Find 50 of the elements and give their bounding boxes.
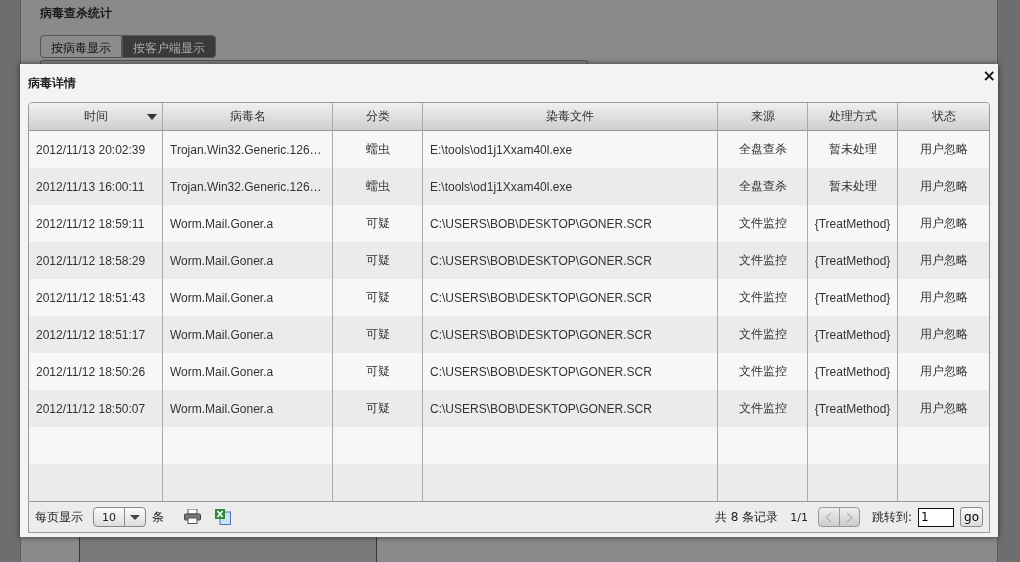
table-cell: {TreatMethod} xyxy=(808,316,898,353)
column-header[interactable]: 分类 xyxy=(333,103,423,130)
printer-icon[interactable] xyxy=(184,509,201,524)
unit-label: 条 xyxy=(152,508,164,526)
page-indicator: 1/1 xyxy=(790,510,808,524)
table-cell: 暂未处理 xyxy=(808,168,898,205)
table-cell: Worm.Mail.Goner.a xyxy=(163,316,333,353)
table-cell: 2012/11/12 18:58:29 xyxy=(29,242,163,279)
table-cell-text: 用户忽略 xyxy=(919,252,969,269)
table-cell-text: 用户忽略 xyxy=(919,141,969,158)
dialog-title: 病毒详情 xyxy=(28,74,76,92)
page-title: 病毒查杀统计 xyxy=(40,5,112,22)
column-header[interactable]: 染毒文件 xyxy=(423,103,718,130)
table-cell: Worm.Mail.Goner.a xyxy=(163,242,333,279)
table-cell-text: 用户忽略 xyxy=(919,215,969,232)
view-tab[interactable]: 按病毒显示 xyxy=(40,35,122,58)
table-cell-text: 用户忽略 xyxy=(919,326,969,343)
page-size-label: 每页显示 xyxy=(35,508,83,526)
table-cell: 全盘查杀 xyxy=(718,168,808,205)
table-cell: 文件监控 xyxy=(718,242,808,279)
close-button[interactable]: × xyxy=(982,68,996,84)
column-header[interactable]: 病毒名 xyxy=(163,103,333,130)
table-cell: C:\USERS\BOB\DESKTOP\GONER.SCR xyxy=(423,316,718,353)
column-header[interactable]: 时间 xyxy=(29,103,163,130)
table-cell: 蠕虫 xyxy=(333,168,423,205)
table-cell: C:\USERS\BOB\DESKTOP\GONER.SCR xyxy=(423,242,718,279)
table-cell: E:\tools\od1j1Xxam40l.exe xyxy=(423,168,718,205)
table-cell: 文件监控 xyxy=(718,316,808,353)
chevron-right-icon xyxy=(846,511,853,523)
table-cell-text: 用户忽略 xyxy=(919,178,969,195)
column-header[interactable]: 状态 xyxy=(898,103,989,130)
page-size-select[interactable]: 10 xyxy=(93,507,146,527)
go-button[interactable]: go xyxy=(960,507,983,527)
record-count: 共 8 条记录 xyxy=(715,508,779,526)
table-cell-text: 用户忽略 xyxy=(919,363,969,380)
table-cell: 可疑 xyxy=(333,316,423,353)
page-number-field[interactable]: 1 xyxy=(918,507,955,527)
table-cell-text: 用户忽略 xyxy=(919,400,969,417)
chevron-left-icon xyxy=(825,511,833,523)
view-tab[interactable]: 按客户端显示 xyxy=(122,35,216,58)
table-cell: Trojan.Win32.Generic.126… xyxy=(163,168,333,205)
table-cell: 2012/11/13 16:00:11 xyxy=(29,168,163,205)
spreadsheet-icon[interactable] xyxy=(215,509,231,525)
table-cell-text: 用户忽略 xyxy=(919,289,969,306)
table-cell: 可疑 xyxy=(333,242,423,279)
column-header[interactable]: 来源 xyxy=(718,103,808,130)
column-header[interactable]: 处理方式 xyxy=(808,103,898,130)
jump-label: 跳转到: xyxy=(872,508,913,526)
table-cell: 2012/11/12 18:51:17 xyxy=(29,316,163,353)
table-cell: {TreatMethod} xyxy=(808,242,898,279)
